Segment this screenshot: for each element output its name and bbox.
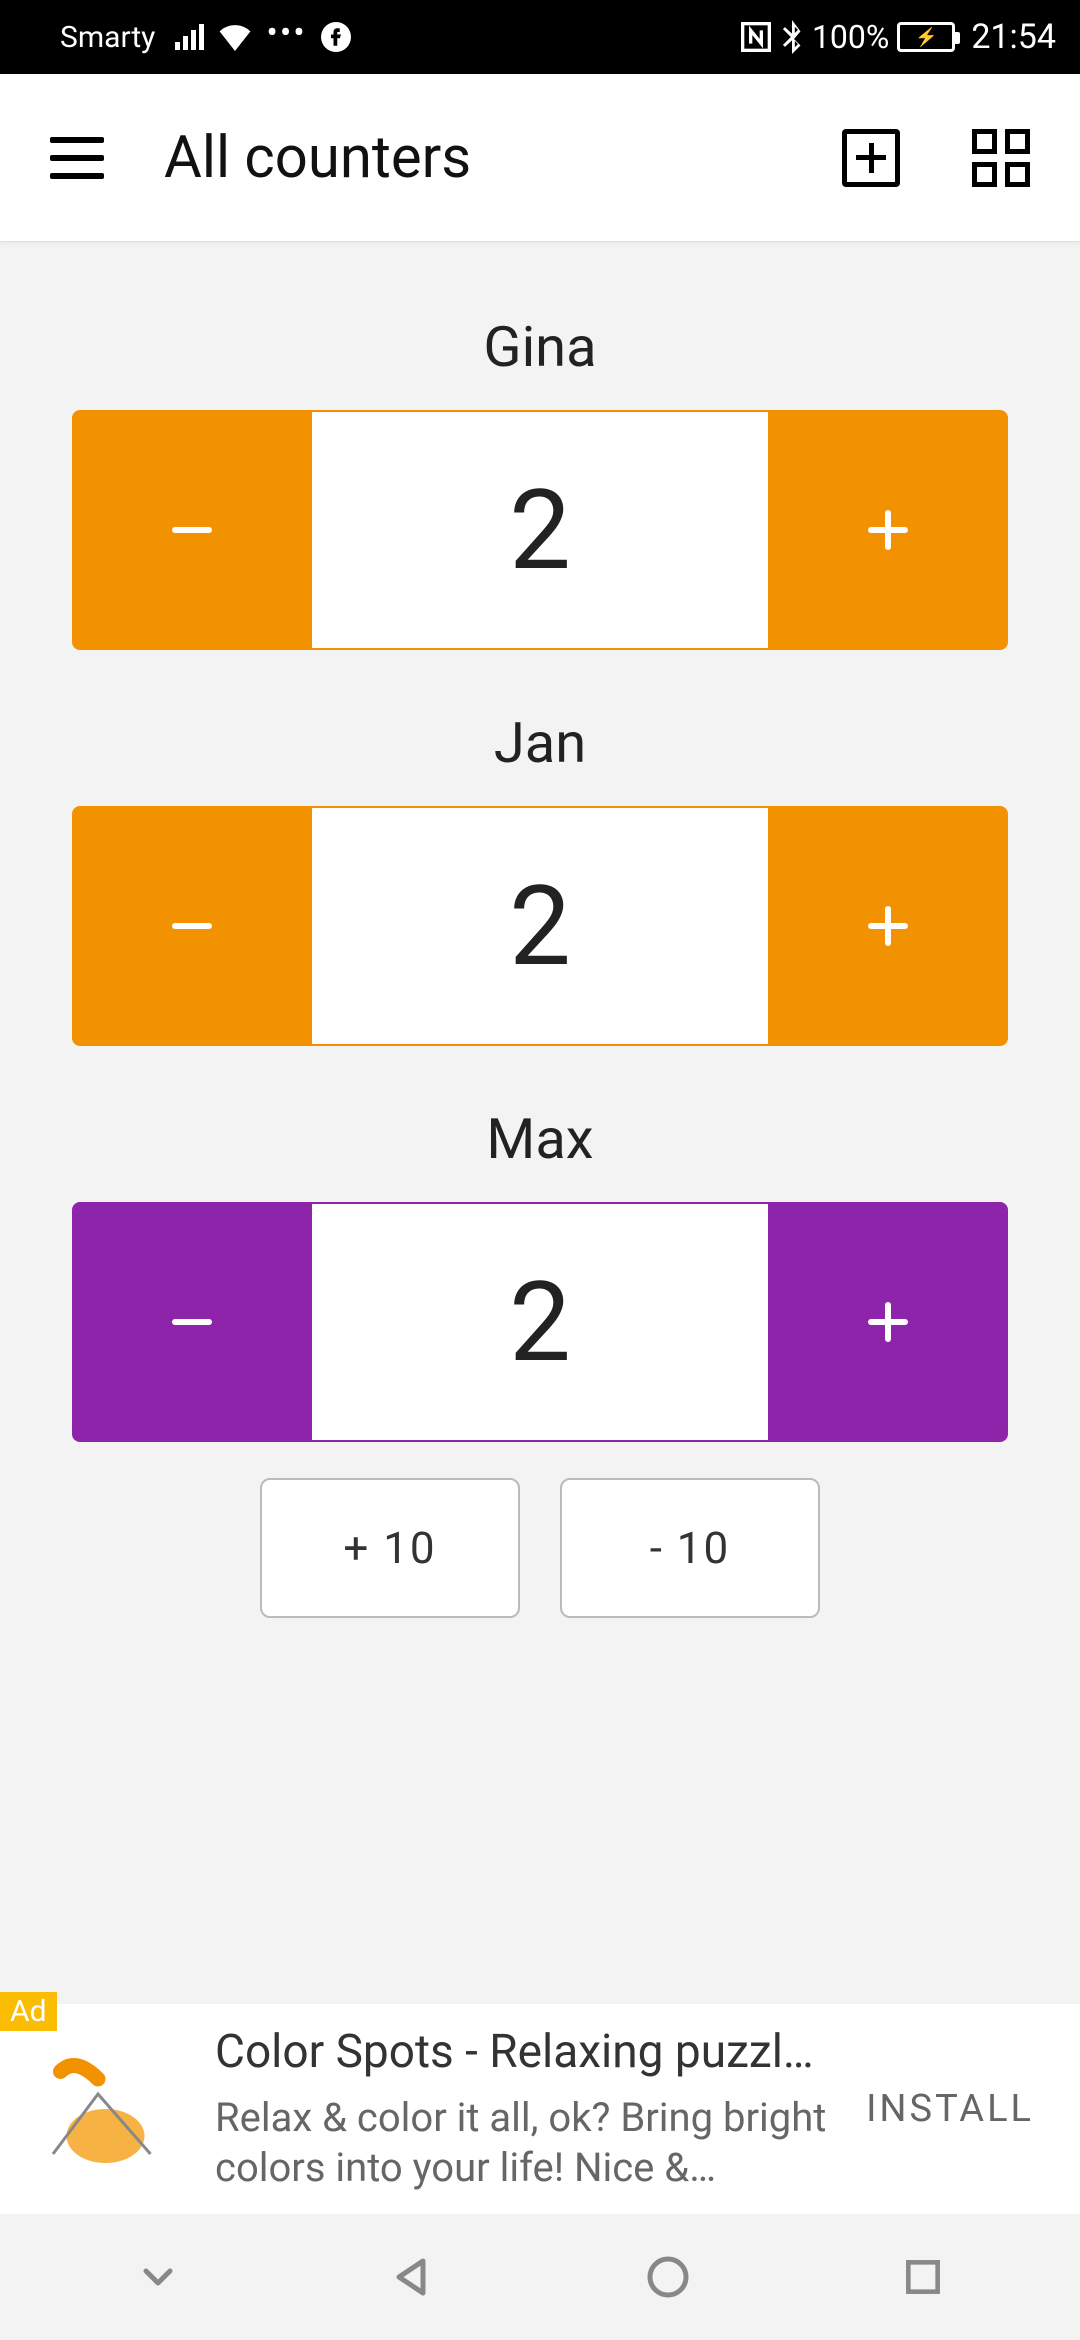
increment-button[interactable] xyxy=(768,1202,1008,1442)
counter-name: Max xyxy=(72,1106,1008,1172)
counter-row: 2 xyxy=(72,806,1008,1046)
counter-block: Max 2 + 10 - 10 xyxy=(72,1106,1008,1618)
android-status-bar: Smarty ••• 100% ⚡ 21:54 xyxy=(0,0,1080,74)
counter-row: 2 xyxy=(72,410,1008,650)
counter-name: Gina xyxy=(72,314,1008,380)
battery-icon: ⚡ xyxy=(897,22,955,52)
header-actions xyxy=(842,129,1030,187)
battery-percentage: 100% xyxy=(812,18,889,56)
carrier-label: Smarty xyxy=(60,20,155,55)
decrement-button[interactable] xyxy=(72,1202,312,1442)
app-header: All counters xyxy=(0,74,1080,242)
add-counter-button[interactable] xyxy=(842,129,900,187)
signal-icon xyxy=(175,24,204,50)
increment-button[interactable] xyxy=(768,806,1008,1046)
decrement-button[interactable] xyxy=(72,410,312,650)
keyboard-collapse-button[interactable] xyxy=(128,2247,188,2307)
status-left: Smarty ••• xyxy=(60,20,351,55)
ad-text: Color Spots - Relaxing puzzle with d… Re… xyxy=(195,2025,850,2193)
counter-value[interactable]: 2 xyxy=(312,1202,768,1442)
counter-block: Gina 2 xyxy=(72,314,1008,650)
nfc-icon xyxy=(740,21,772,53)
decrement-button[interactable] xyxy=(72,806,312,1046)
counter-value[interactable]: 2 xyxy=(312,806,768,1046)
plus-ten-button[interactable]: + 10 xyxy=(260,1478,520,1618)
minus-icon xyxy=(172,1319,212,1325)
menu-icon[interactable] xyxy=(50,137,104,179)
counter-name: Jan xyxy=(72,710,1008,776)
counter-block: Jan 2 xyxy=(72,710,1008,1046)
minus-icon xyxy=(172,923,212,929)
ad-banner[interactable]: Ad Color Spots - Relaxing puzzle with d…… xyxy=(0,2004,1080,2214)
plus-icon xyxy=(868,906,908,946)
status-right: 100% ⚡ 21:54 xyxy=(740,17,1056,57)
counters-list: Gina 2 Jan 2 Max 2 + 10 - 10 xyxy=(0,242,1080,1618)
ad-badge: Ad xyxy=(0,1992,57,2031)
grid-view-button[interactable] xyxy=(972,129,1030,187)
wifi-icon xyxy=(218,23,252,51)
nav-back-button[interactable] xyxy=(383,2247,443,2307)
clock: 21:54 xyxy=(971,17,1056,57)
counter-value[interactable]: 2 xyxy=(312,410,768,650)
android-nav-bar xyxy=(0,2214,1080,2340)
ad-install-button[interactable]: INSTALL xyxy=(850,2087,1050,2131)
ad-title: Color Spots - Relaxing puzzle with d… xyxy=(215,2025,830,2079)
page-title: All counters xyxy=(164,124,782,192)
bluetooth-icon xyxy=(780,20,804,54)
counter-row: 2 xyxy=(72,1202,1008,1442)
nav-recent-button[interactable] xyxy=(893,2247,953,2307)
step-buttons: + 10 - 10 xyxy=(72,1478,1008,1618)
minus-ten-button[interactable]: - 10 xyxy=(560,1478,820,1618)
ad-description: Relax & color it all, ok? Bring bright c… xyxy=(215,2093,830,2193)
ad-thumbnail xyxy=(0,2012,195,2207)
nav-home-button[interactable] xyxy=(638,2247,698,2307)
minus-icon xyxy=(172,527,212,533)
plus-icon xyxy=(868,1302,908,1342)
increment-button[interactable] xyxy=(768,410,1008,650)
facebook-icon xyxy=(321,22,351,52)
plus-icon xyxy=(868,510,908,550)
